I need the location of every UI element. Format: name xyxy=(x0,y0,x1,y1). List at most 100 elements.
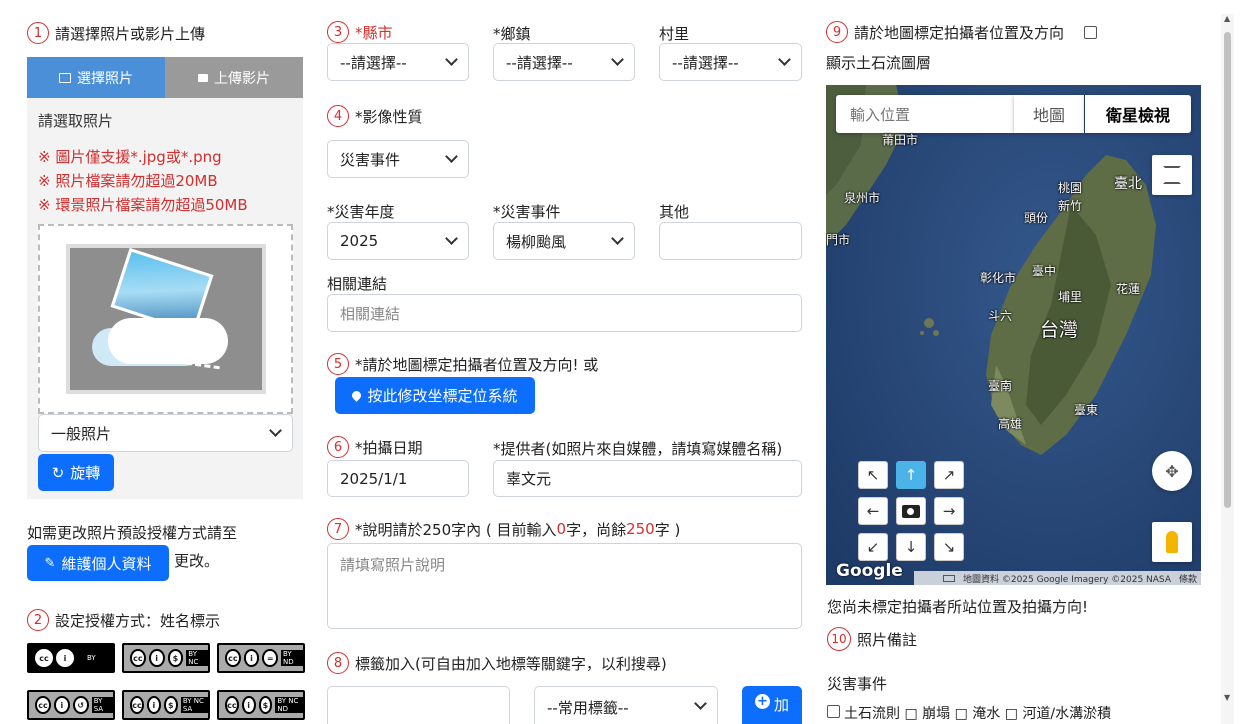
section3-county-label: 3 *縣市 xyxy=(327,21,393,43)
remark-checkbox[interactable] xyxy=(827,705,840,718)
map-city-hsinchu: 新竹 xyxy=(1058,199,1083,213)
section1-title: 請選擇照片或影片上傳 xyxy=(55,24,206,43)
cc-icon: cc xyxy=(35,696,51,714)
license-note: 如需更改照片預設授權方式請至 xyxy=(27,524,238,542)
remarks-options: 土石流則 □ 崩塌 □ 淹水 □ 河道/水溝淤積 xyxy=(827,703,1111,724)
chevron-down-icon xyxy=(611,53,624,66)
scroll-up-arrow[interactable]: ▲ xyxy=(1224,14,1230,23)
step-number-4: 4 xyxy=(327,105,349,127)
license-by-nc-nd-tag: BY NC ND xyxy=(275,697,304,713)
nc-icon: $ xyxy=(167,649,184,667)
arrow-up-button[interactable]: ↑ xyxy=(896,461,926,489)
map-city-men: 門市 xyxy=(826,233,851,247)
date-label: *拍攝日期 xyxy=(355,438,423,457)
arrow-up-left-button[interactable]: ↖ xyxy=(858,461,888,489)
township-value: --請選擇-- xyxy=(506,53,573,72)
county-select[interactable]: --請選擇-- xyxy=(327,43,469,81)
disaster-year-value: 2025 xyxy=(340,232,379,250)
provider-input[interactable]: 辜文元 xyxy=(493,460,802,497)
section2-header: 2 設定授權方式：姓名標示 xyxy=(27,609,220,631)
village-label: 村里 xyxy=(659,25,690,43)
license-by-nd[interactable]: cc i = BY ND xyxy=(217,643,305,673)
shooting-date-input[interactable]: 2025/1/1 xyxy=(327,460,469,497)
arrow-down-left-button[interactable]: ↙ xyxy=(858,533,888,561)
arrow-left-button[interactable]: ← xyxy=(858,497,888,525)
add-tag-button[interactable]: + 加 xyxy=(742,686,802,724)
profile-button[interactable]: ✎ 維護個人資料 xyxy=(27,545,169,581)
remarks-options-text: 土石流則 □ 崩塌 □ 淹水 □ 河道/水溝淤積 xyxy=(844,706,1112,722)
license-by-nc-sa[interactable]: cc i $ BY NC SA xyxy=(122,690,210,720)
map-city-taipei: 臺北 xyxy=(1114,176,1142,192)
license-by-nc-sa-tag: BY NC SA xyxy=(180,697,208,713)
license-row-2: cc i ↺ BY SA cc i $ BY NC SA cc i $ BY N… xyxy=(27,690,305,720)
scroll-down-arrow[interactable]: ▼ xyxy=(1224,693,1230,702)
arrow-down-button[interactable]: ↓ xyxy=(896,533,926,561)
nc-icon: $ xyxy=(163,696,178,714)
photo-drop-zone[interactable] xyxy=(38,224,293,414)
license-by-nc-tag: BY NC xyxy=(186,650,208,666)
related-link-input[interactable]: 相關連結 xyxy=(327,294,802,332)
scrollbar-thumb[interactable] xyxy=(1224,32,1231,508)
upload-prompt: 請選取照片 xyxy=(38,112,114,130)
county-label: *縣市 xyxy=(355,23,393,42)
map-type-map-button[interactable]: 地圖 xyxy=(1014,95,1084,133)
map-attribution: 地圖資料 ©2025 Google Imagery ©2025 NASA xyxy=(962,574,1171,585)
arrow-up-right-button[interactable]: ↗ xyxy=(934,461,964,489)
pegman-icon xyxy=(1166,531,1178,553)
map-camera-control[interactable]: ✥ xyxy=(1152,451,1192,491)
disaster-year-select[interactable]: 2025 xyxy=(327,222,469,260)
description-textarea[interactable]: 請填寫照片說明 xyxy=(327,543,802,629)
license-by-sa[interactable]: cc i ↺ BY SA xyxy=(27,690,115,720)
scrollbar-track[interactable]: ▲ ▼ xyxy=(1221,14,1234,724)
fullscreen-button[interactable] xyxy=(1152,155,1192,195)
other-input[interactable] xyxy=(659,222,802,260)
cc-icon: cc xyxy=(130,696,144,714)
map-view[interactable]: 輸入位置 地圖 衛星檢視 莆田市 泉州市 門市 桃園 臺北 新竹 頭份 彰化市 … xyxy=(826,85,1201,585)
image-nature-select[interactable]: 災害事件 xyxy=(327,140,469,178)
description-title-prefix: *說明請於250字內 ( 目前輸入 xyxy=(355,520,557,539)
common-tags-select[interactable]: --常用標籤-- xyxy=(534,686,718,724)
map-terms-link[interactable]: 條款 xyxy=(1179,572,1197,585)
map-type-satellite-button[interactable]: 衛星檢視 xyxy=(1085,95,1191,133)
street-view-pegman[interactable] xyxy=(1152,522,1192,562)
section8-title: 標籤加入(可自由加入地標等關鍵字，以利搜尋) xyxy=(355,654,667,673)
section9-header: 9 請於地圖標定拍攝者位置及方向 xyxy=(826,21,1098,43)
section8-header: 8 標籤加入(可自由加入地標等關鍵字，以利搜尋) xyxy=(327,652,667,674)
other-label: 其他 xyxy=(659,203,690,221)
disaster-event-select[interactable]: 楊柳颱風 xyxy=(493,222,635,260)
license-by-nc[interactable]: cc i $ BY NC xyxy=(122,643,210,673)
village-select[interactable]: --請選擇-- xyxy=(659,43,802,81)
license-note-suffix: 更改。 xyxy=(174,552,220,570)
tab-upload-video[interactable]: 上傳影片 xyxy=(165,57,303,98)
map-search-input[interactable]: 輸入位置 xyxy=(836,95,1014,133)
chevron-down-icon xyxy=(694,697,707,710)
license-by-nd-tag: BY ND xyxy=(281,650,303,666)
rotate-button[interactable]: ↻ 旋轉 xyxy=(38,454,114,491)
license-by-nc-nd[interactable]: cc i $ BY NC ND xyxy=(217,690,305,720)
section4-header: 4 *影像性質 xyxy=(327,105,423,127)
by-icon: i xyxy=(56,649,74,667)
arrow-right-button[interactable]: → xyxy=(934,497,964,525)
description-count-left: 250 xyxy=(626,520,655,538)
map-city-hualien: 花蓮 xyxy=(1116,282,1141,296)
tab-select-photo[interactable]: 選擇照片 xyxy=(27,57,165,98)
profile-button-label: 維護個人資料 xyxy=(61,554,152,573)
map-pin-icon xyxy=(350,389,364,402)
arrow-down-right-button[interactable]: ↘ xyxy=(934,533,964,561)
license-by-tag: BY xyxy=(85,654,98,662)
camera-button[interactable] xyxy=(896,497,926,525)
map-city-tainan: 臺南 xyxy=(988,379,1013,393)
tag-input[interactable] xyxy=(327,686,510,724)
chevron-down-icon xyxy=(269,424,282,437)
debris-layer-checkbox[interactable] xyxy=(1084,25,1098,39)
video-camera-icon xyxy=(198,73,208,82)
upload-tabs: 選擇照片 上傳影片 xyxy=(27,57,303,98)
by-icon: i xyxy=(146,696,161,714)
step-number-8: 8 xyxy=(327,652,349,674)
map-city-douliu: 斗六 xyxy=(988,309,1013,323)
village-value: --請選擇-- xyxy=(672,53,739,72)
license-by[interactable]: cc i BY xyxy=(27,643,115,673)
township-select[interactable]: --請選擇-- xyxy=(493,43,635,81)
photo-type-select[interactable]: 一般照片 xyxy=(38,414,293,452)
edit-coordinate-system-button[interactable]: 按此修改坐標定位系統 xyxy=(335,377,535,414)
